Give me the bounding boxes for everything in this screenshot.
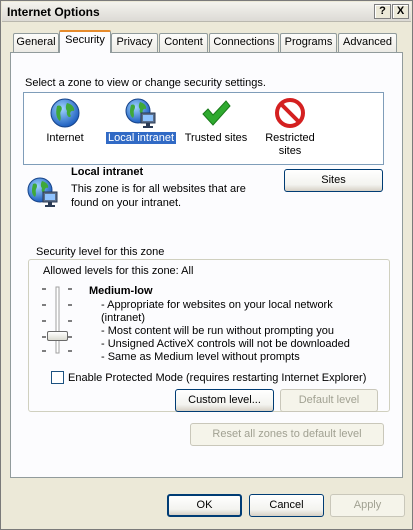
zone-trusted-sites[interactable]: Trusted sites [182, 94, 250, 164]
zone-info-description-line1: This zone is for all websites that are [71, 183, 246, 195]
zone-list: Internet Local intranet Trusted sites Re… [23, 92, 384, 165]
globe-icon [50, 98, 80, 128]
apply-button[interactable]: Apply [330, 494, 405, 517]
reset-all-zones-button[interactable]: Reset all zones to default level [190, 423, 384, 446]
zone-internet[interactable]: Internet [30, 94, 100, 164]
close-button[interactable]: X [392, 4, 409, 19]
security-level-name: Medium-low [89, 285, 153, 297]
security-level-group-title: Security level for this zone [34, 246, 167, 258]
allowed-levels-label: Allowed levels for this zone: All [43, 265, 194, 277]
tab-advanced[interactable]: Advanced [338, 33, 397, 52]
help-button[interactable]: ? [374, 4, 391, 19]
cancel-button[interactable]: Cancel [249, 494, 324, 517]
zone-info-title: Local intranet [71, 166, 144, 178]
level-detail-2: (intranet) [101, 312, 146, 324]
zone-restricted-sites-label: Restricted sites [265, 132, 315, 157]
protected-mode-checkbox[interactable] [51, 371, 64, 384]
tab-privacy[interactable]: Privacy [111, 33, 158, 52]
tab-general[interactable]: General [13, 33, 59, 52]
zone-local-intranet[interactable]: Local intranet [102, 94, 180, 164]
internet-options-window: Internet Options ? X General Security Pr… [0, 0, 413, 530]
slider-thumb[interactable] [47, 330, 68, 341]
zone-local-intranet-label: Local intranet [104, 131, 178, 145]
custom-level-button[interactable]: Custom level... [175, 389, 274, 412]
restricted-icon [275, 98, 305, 128]
level-detail-5: - Same as Medium level without prompts [101, 351, 300, 363]
tab-security[interactable]: Security [59, 30, 111, 53]
tab-programs[interactable]: Programs [280, 33, 337, 52]
zone-trusted-sites-label: Trusted sites [184, 132, 248, 144]
window-title: Internet Options [7, 5, 100, 19]
default-level-button[interactable]: Default level [280, 389, 378, 412]
zone-prompt: Select a zone to view or change security… [25, 77, 266, 89]
title-bar[interactable]: Internet Options ? X [2, 2, 411, 22]
checkmark-icon [202, 100, 231, 126]
tab-content[interactable]: Content [159, 33, 208, 52]
level-detail-1: - Appropriate for websites on your local… [101, 299, 333, 311]
protected-mode-label: Enable Protected Mode (requires restarti… [68, 372, 367, 384]
level-detail-4: - Unsigned ActiveX controls will not be … [101, 338, 350, 350]
zone-restricted-sites[interactable]: Restricted sites [252, 94, 328, 164]
security-level-slider[interactable] [39, 285, 79, 357]
zone-info-description-line2: found on your intranet. [71, 197, 182, 209]
intranet-icon [27, 177, 58, 207]
level-detail-3: - Most content will be run without promp… [101, 325, 334, 337]
intranet-icon [125, 98, 156, 128]
slider-track [42, 286, 72, 354]
tab-connections[interactable]: Connections [209, 33, 279, 52]
sites-button[interactable]: Sites [284, 169, 383, 192]
ok-button[interactable]: OK [167, 494, 242, 517]
zone-internet-label: Internet [46, 132, 84, 144]
